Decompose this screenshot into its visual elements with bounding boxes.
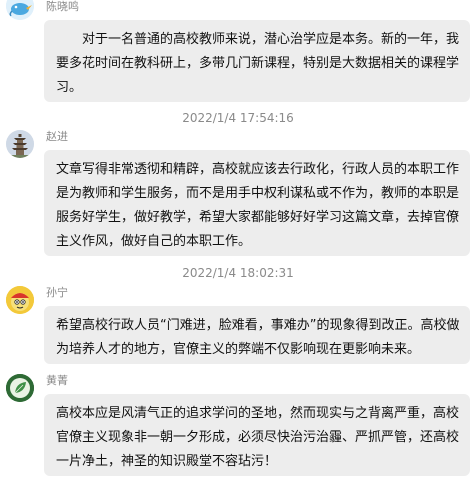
- message-bubble: 对于一名普通的高校教师来说，潜心治学应是本务。新的一年，我要多花时间在教科研上，…: [44, 20, 470, 102]
- bird-avatar-icon: [6, 0, 34, 20]
- cartoon-character-avatar-icon: [6, 286, 34, 314]
- sender-name: 陈晓鸣: [46, 0, 79, 13]
- avatar[interactable]: [6, 286, 34, 314]
- green-leaf-avatar-icon: [6, 374, 34, 402]
- message-bubble: 高校本应是风清气正的追求学问的圣地，然而现实与之背离严重，高校官僚主义现象非一朝…: [44, 394, 470, 476]
- message-text: 希望高校行政人员“门难进，脸难看，事难办”的现象得到改正。高校做为培养人才的地方…: [56, 318, 460, 357]
- message-text: 文章写得非常透彻和精辟，高校就应该去行政化，行政人员的本职工作是为教师和学生服务…: [56, 162, 460, 249]
- avatar[interactable]: [6, 0, 34, 20]
- timestamp: 2022/1/4 18:02:31: [182, 266, 294, 280]
- avatar[interactable]: [6, 374, 34, 402]
- message-bubble: 文章写得非常透彻和精辟，高校就应该去行政化，行政人员的本职工作是为教师和学生服务…: [44, 150, 470, 256]
- message-text: 高校本应是风清气正的追求学问的圣地，然而现实与之背离严重，高校官僚主义现象非一朝…: [56, 406, 460, 469]
- message-text: 对于一名普通的高校教师来说，潜心治学应是本务。新的一年，我要多花时间在教科研上，…: [56, 32, 460, 95]
- sender-name: 赵进: [46, 130, 68, 143]
- timestamp: 2022/1/4 17:54:16: [182, 111, 294, 125]
- sender-name: 孙宁: [46, 286, 68, 299]
- avatar[interactable]: [6, 130, 34, 158]
- message-bubble: 希望高校行政人员“门难进，脸难看，事难办”的现象得到改正。高校做为培养人才的地方…: [44, 306, 470, 364]
- pagoda-avatar-icon: [6, 130, 34, 158]
- sender-name: 黄菁: [46, 374, 68, 387]
